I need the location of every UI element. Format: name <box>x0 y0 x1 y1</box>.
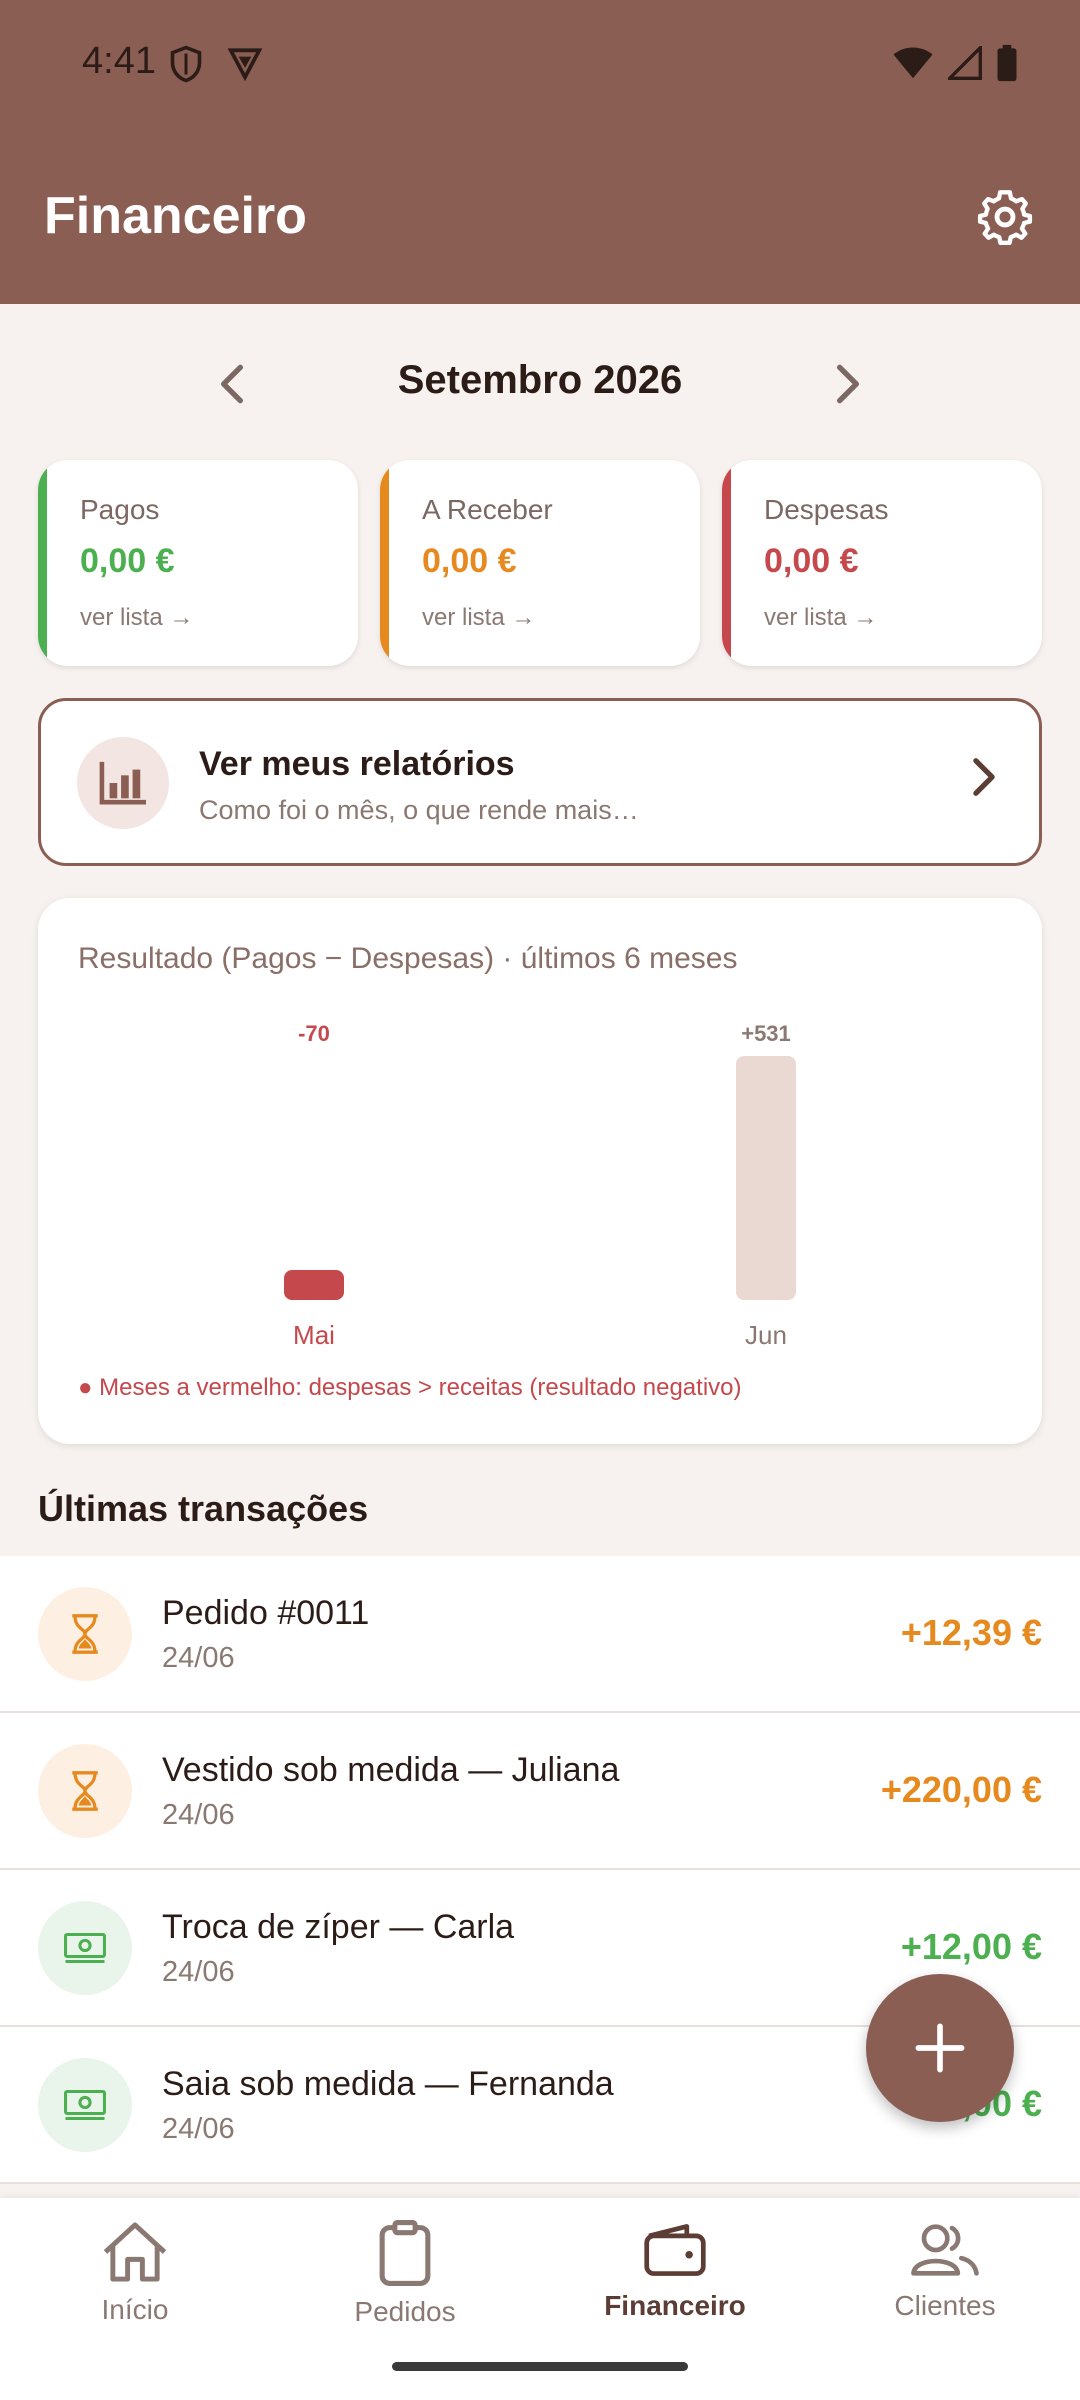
summary-card-pagos[interactable]: Pagos 0,00 € ver lista → <box>38 460 358 666</box>
results-chart-card: Resultado (Pagos − Despesas) · últimos 6… <box>38 898 1042 1444</box>
nav-label: Pedidos <box>354 2296 456 2327</box>
nav-label: Clientes <box>894 2290 996 2321</box>
hourglass-icon <box>72 1771 98 1811</box>
month-navigator: Setembro 2026 <box>0 340 1080 428</box>
chevron-right-icon <box>973 758 995 796</box>
shield-icon <box>170 45 202 83</box>
transaction-avatar <box>38 2058 132 2152</box>
chart-bar-mai <box>284 1270 344 1300</box>
card-accent-bar <box>722 460 731 666</box>
transaction-amount: +12,00 € <box>900 1926 1042 1967</box>
users-icon <box>911 2224 979 2276</box>
hourglass-icon <box>72 1614 98 1654</box>
transaction-avatar <box>38 1587 132 1681</box>
transaction-date: 24/06 <box>162 1642 235 1674</box>
reports-chevron <box>971 757 997 802</box>
summary-card-a-receber[interactable]: A Receber 0,00 € ver lista → <box>380 460 700 666</box>
signal-icon <box>948 46 982 80</box>
summary-cards: Pagos 0,00 € ver lista → A Receber 0,00 … <box>38 460 1042 666</box>
bar-chart-icon <box>99 761 146 805</box>
card-amount: 0,00 € <box>764 542 859 580</box>
card-label: Pagos <box>80 494 160 525</box>
chart-legend-note: ● Meses a vermelho: despesas > receitas … <box>78 1374 742 1401</box>
status-time: 4:41 <box>82 40 156 82</box>
battery-icon <box>997 44 1017 82</box>
cash-icon <box>64 2089 106 2121</box>
card-view-list-link[interactable]: ver lista → <box>422 604 535 632</box>
card-label: A Receber <box>422 494 553 525</box>
summary-card-despesas[interactable]: Despesas 0,00 € ver lista → <box>722 460 1042 666</box>
page-title: Financeiro <box>44 187 307 245</box>
transactions-section-title: Últimas transações <box>38 1488 369 1529</box>
gesture-handle <box>392 2362 688 2371</box>
reports-title: Ver meus relatórios <box>199 745 515 783</box>
settings-button[interactable] <box>972 184 1038 250</box>
cash-icon <box>64 1932 106 1964</box>
chart-bar-jun <box>736 1056 796 1300</box>
card-label: Despesas <box>764 494 889 525</box>
gear-icon <box>977 190 1033 246</box>
transaction-avatar <box>38 1744 132 1838</box>
chart-category-label: Mai <box>293 1320 335 1350</box>
results-bar-chart: -70 Mai +531 Jun <box>284 1021 796 1350</box>
chart-category-label: Jun <box>745 1320 787 1350</box>
vpn-icon <box>227 48 263 82</box>
add-transaction-button[interactable] <box>866 1974 1014 2122</box>
next-month-button[interactable] <box>818 354 878 414</box>
card-view-list-link[interactable]: ver lista → <box>80 604 193 632</box>
app-header: 4:41 Financeiro <box>0 0 1080 304</box>
transaction-amount: +12,39 € <box>900 1612 1042 1653</box>
wifi-icon <box>893 47 933 79</box>
chart-value-label: +531 <box>741 1021 791 1046</box>
status-left-icons <box>168 44 264 84</box>
transaction-name: Pedido #0011 <box>162 1594 370 1632</box>
reports-icon-badge <box>77 737 169 829</box>
transaction-name: Troca de zíper — Carla <box>162 1908 515 1946</box>
reports-subtitle: Como foi o mês, o que rende mais… <box>199 795 639 825</box>
nav-item-financeiro[interactable]: Financeiro <box>540 2220 810 2350</box>
transaction-date: 24/06 <box>162 2113 235 2145</box>
reports-button[interactable]: Ver meus relatórios Como foi o mês, o qu… <box>38 698 1042 866</box>
home-icon <box>103 2222 167 2282</box>
card-amount: 0,00 € <box>80 542 175 580</box>
status-right-icons <box>892 44 1018 82</box>
transaction-item[interactable]: Pedido #0011 24/06 +12,39 € <box>0 1556 1080 1713</box>
transaction-date: 24/06 <box>162 1799 235 1831</box>
transaction-name: Saia sob medida — Fernanda <box>162 2065 614 2103</box>
card-accent-bar <box>38 460 47 666</box>
nav-item-inicio[interactable]: Início <box>0 2220 270 2350</box>
nav-item-clientes[interactable]: Clientes <box>810 2220 1080 2350</box>
transaction-item[interactable]: Vestido sob medida — Juliana 24/06 +220,… <box>0 1713 1080 1870</box>
nav-label: Início <box>101 2294 169 2325</box>
current-month-label: Setembro 2026 <box>397 358 683 402</box>
card-amount: 0,00 € <box>422 542 517 580</box>
wallet-icon <box>644 2224 706 2276</box>
chevron-right-icon <box>837 364 859 404</box>
nav-item-pedidos[interactable]: Pedidos <box>270 2220 540 2350</box>
clipboard-icon <box>379 2220 431 2286</box>
plus-icon <box>915 2023 965 2073</box>
chart-value-label: -70 <box>298 1021 330 1046</box>
transaction-date: 24/06 <box>162 1956 235 1988</box>
transaction-avatar <box>38 1901 132 1995</box>
transaction-name: Vestido sob medida — Juliana <box>162 1751 620 1789</box>
transaction-amount: +220,00 € <box>880 1769 1042 1810</box>
status-bar: 4:41 <box>0 0 1080 130</box>
nav-label: Financeiro <box>604 2290 746 2321</box>
card-accent-bar <box>380 460 389 666</box>
card-view-list-link[interactable]: ver lista → <box>764 604 877 632</box>
